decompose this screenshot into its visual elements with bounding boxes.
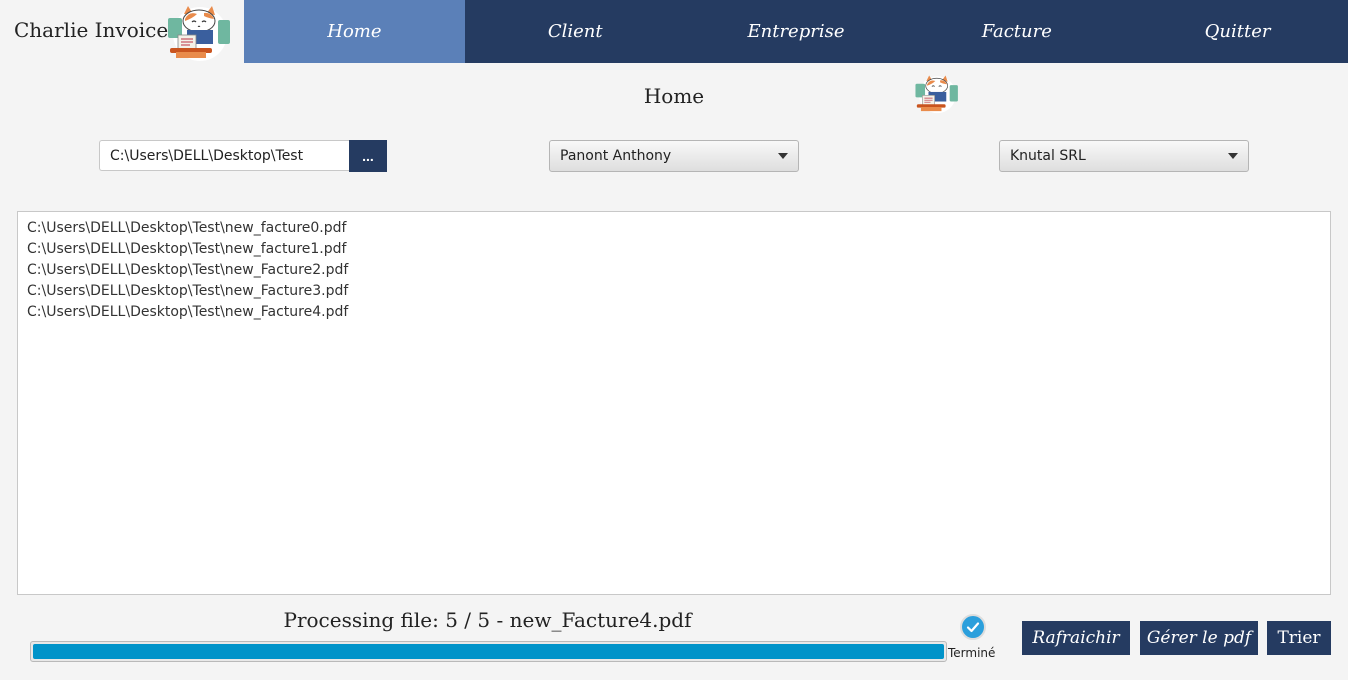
list-item[interactable]: C:\Users\DELL\Desktop\Test\new_Facture4.…	[27, 302, 1321, 323]
progress-bar	[30, 641, 947, 662]
app-title: Charlie Invoice	[14, 18, 169, 42]
nav-entreprise[interactable]: Entreprise	[686, 0, 907, 63]
top-bar: Charlie Invoice Home Client Entreprise F…	[0, 0, 1348, 63]
brand-area: Charlie Invoice	[0, 0, 244, 63]
done-label: Terminé	[948, 646, 996, 660]
client-select[interactable]: Panont Anthony	[549, 140, 799, 172]
list-item[interactable]: C:\Users\DELL\Desktop\Test\new_facture0.…	[27, 218, 1321, 239]
nav-client[interactable]: Client	[465, 0, 686, 63]
manage-pdf-button[interactable]: Gérer le pdf	[1140, 621, 1258, 655]
list-item[interactable]: C:\Users\DELL\Desktop\Test\new_Facture2.…	[27, 260, 1321, 281]
company-select[interactable]: Knutal SRL	[999, 140, 1249, 172]
main-nav: Home Client Entreprise Facture Quitter	[244, 0, 1348, 63]
chevron-down-icon	[1228, 153, 1238, 159]
sort-button[interactable]: Trier	[1267, 621, 1331, 655]
page-title: Home	[643, 84, 705, 108]
chevron-down-icon	[778, 153, 788, 159]
file-list[interactable]: C:\Users\DELL\Desktop\Test\new_facture0.…	[17, 211, 1331, 595]
progress-fill	[33, 644, 944, 659]
nav-facture[interactable]: Facture	[906, 0, 1127, 63]
folder-path-input[interactable]	[99, 140, 349, 171]
nav-home[interactable]: Home	[244, 0, 465, 63]
company-select-value: Knutal SRL	[1010, 148, 1086, 164]
cat-invoice-logo-icon	[168, 6, 230, 61]
nav-quitter[interactable]: Quitter	[1127, 0, 1348, 63]
browse-folder-button[interactable]: ...	[349, 140, 387, 172]
processing-status: Processing file: 5 / 5 - new_Facture4.pd…	[283, 608, 692, 632]
check-circle-icon	[960, 614, 986, 640]
list-item[interactable]: C:\Users\DELL\Desktop\Test\new_facture1.…	[27, 239, 1321, 260]
list-item[interactable]: C:\Users\DELL\Desktop\Test\new_Facture3.…	[27, 281, 1321, 302]
refresh-button[interactable]: Rafraichir	[1022, 621, 1130, 655]
cat-invoice-logo-icon	[915, 75, 958, 114]
client-select-value: Panont Anthony	[560, 148, 672, 164]
